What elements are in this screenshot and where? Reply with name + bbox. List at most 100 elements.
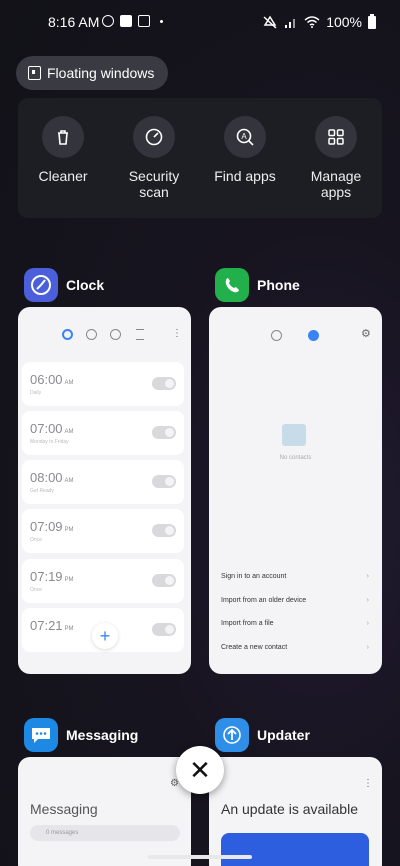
settings-icon[interactable]: ⚙ [361, 329, 371, 340]
alarm-tab-icon[interactable] [62, 329, 73, 340]
alarm-sub: Once [30, 587, 42, 593]
stopwatch-tab-icon[interactable] [110, 329, 121, 340]
wifi-icon [304, 16, 320, 28]
phone-option-label: Import from a file [221, 620, 274, 627]
shield-scan-icon [133, 116, 175, 158]
phone-app-icon [215, 268, 249, 302]
phone-option-row[interactable]: Import from a file › [221, 620, 369, 627]
more-options-icon[interactable]: ⋮ [172, 329, 182, 339]
alarm-sub: Daily [30, 390, 42, 396]
alarm-sub: Get Ready [30, 488, 54, 494]
alarm-ampm: AM [64, 429, 74, 435]
alarm-time: 07:19 [30, 569, 63, 584]
phone-option-label: Import from an older device [221, 597, 307, 604]
clock-app-name: Clock [66, 277, 105, 293]
alarm-time: 06:00 [30, 372, 63, 387]
alarm-sub: Monday to Friday [30, 439, 69, 445]
mute-icon [263, 15, 277, 29]
updater-card[interactable]: ⋮ An update is available [209, 757, 382, 866]
no-contacts-icon [282, 424, 306, 446]
updater-app-name: Updater [257, 727, 310, 743]
phone-option-row[interactable]: Create a new contact › [221, 644, 369, 651]
home-indicator[interactable] [148, 855, 252, 859]
floating-window-icon [28, 66, 41, 80]
phone-option-row[interactable]: Sign in to an account › [221, 573, 369, 580]
alarm-ampm: PM [64, 577, 74, 583]
add-alarm-button[interactable]: + [92, 623, 118, 649]
clock-app-icon [24, 268, 58, 302]
chevron-right-icon: › [366, 620, 369, 627]
alarm-ampm: AM [64, 380, 74, 386]
alarm-toggle[interactable] [152, 623, 176, 636]
phone-card[interactable]: ⚙ No contacts Sign in to an account › Imp… [209, 307, 382, 674]
messaging-app-header[interactable]: Messaging [24, 718, 138, 752]
alarm-toggle[interactable] [152, 574, 176, 587]
alarm-time: 07:21 [30, 618, 63, 633]
notification-square-icon [120, 15, 132, 27]
messaging-title: Messaging [30, 801, 98, 817]
alarm-time: 07:09 [30, 519, 63, 534]
svg-text:A: A [241, 132, 247, 141]
more-dot-icon [160, 20, 163, 23]
manage-apps-button[interactable]: Manage apps [296, 116, 376, 200]
timer-tab-icon[interactable] [136, 329, 144, 340]
status-bar: 8:16 AM 100% [0, 0, 400, 44]
quick-actions-panel: Cleaner Security scan A Find apps Manage… [18, 98, 382, 218]
find-apps-label: Find apps [214, 168, 276, 184]
world-clock-tab-icon[interactable] [86, 329, 97, 340]
cleaner-button[interactable]: Cleaner [23, 116, 103, 184]
battery-percent: 100% [326, 14, 362, 30]
chevron-right-icon: › [366, 597, 369, 604]
upload-icon [138, 15, 150, 27]
call-log-tab-icon[interactable] [271, 330, 282, 341]
messaging-search[interactable]: 0 messages [30, 825, 180, 841]
update-title: An update is available [221, 801, 358, 817]
alarm-toggle[interactable] [152, 475, 176, 488]
phone-option-label: Sign in to an account [221, 573, 287, 580]
floating-windows-button[interactable]: Floating windows [16, 56, 169, 90]
phone-app-name: Phone [257, 277, 300, 293]
battery-icon [368, 13, 376, 29]
alarm-ampm: PM [64, 527, 74, 533]
update-banner [221, 833, 369, 866]
messaging-app-icon [24, 718, 58, 752]
signal-icon [285, 19, 296, 28]
alarm-row[interactable]: 08:00 AM Get Ready [22, 460, 184, 504]
status-right: 100% [262, 13, 376, 30]
updater-app-header[interactable]: Updater [215, 718, 310, 752]
floating-windows-label: Floating windows [47, 65, 155, 81]
manage-apps-label: Manage apps [310, 168, 362, 200]
trash-icon [42, 116, 84, 158]
clock-app-header[interactable]: Clock [24, 268, 104, 302]
no-contacts-text: No contacts [279, 455, 312, 461]
chevron-right-icon: › [366, 644, 369, 651]
contacts-tab-icon[interactable] [308, 330, 319, 341]
phone-option-label: Create a new contact [221, 644, 288, 651]
notification-icon [102, 15, 114, 27]
alarm-toggle[interactable] [152, 377, 176, 390]
security-scan-button[interactable]: Security scan [114, 116, 194, 200]
clock-card[interactable]: ⋮ 06:00 AM Daily 07:00 AM Monday to Friday… [18, 307, 191, 674]
alarm-row[interactable]: 07:00 AM Monday to Friday [22, 411, 184, 455]
alarm-ampm: PM [64, 626, 74, 632]
updater-app-icon [215, 718, 249, 752]
alarm-toggle[interactable] [152, 524, 176, 537]
close-all-button[interactable]: ✕ [176, 746, 224, 794]
phone-option-row[interactable]: Import from an older device › [221, 597, 369, 604]
messaging-card[interactable]: ⚙ Messaging 0 messages [18, 757, 191, 866]
alarm-row[interactable]: 07:09 PM Once [22, 509, 184, 553]
alarm-time: 07:00 [30, 421, 63, 436]
grid-icon [315, 116, 357, 158]
phone-app-header[interactable]: Phone [215, 268, 300, 302]
alarm-row[interactable]: 06:00 AM Daily [22, 362, 184, 406]
alarm-sub: Once [30, 537, 42, 543]
alarm-time: 08:00 [30, 470, 63, 485]
alarm-row[interactable]: 07:19 PM Once [22, 559, 184, 603]
alarm-toggle[interactable] [152, 426, 176, 439]
alarm-ampm: AM [64, 478, 74, 484]
find-apps-button[interactable]: A Find apps [205, 116, 285, 184]
more-options-icon[interactable]: ⋮ [363, 779, 373, 789]
chevron-right-icon: › [366, 573, 369, 580]
status-time: 8:16 AM [48, 14, 100, 30]
security-scan-label: Security scan [128, 168, 180, 200]
